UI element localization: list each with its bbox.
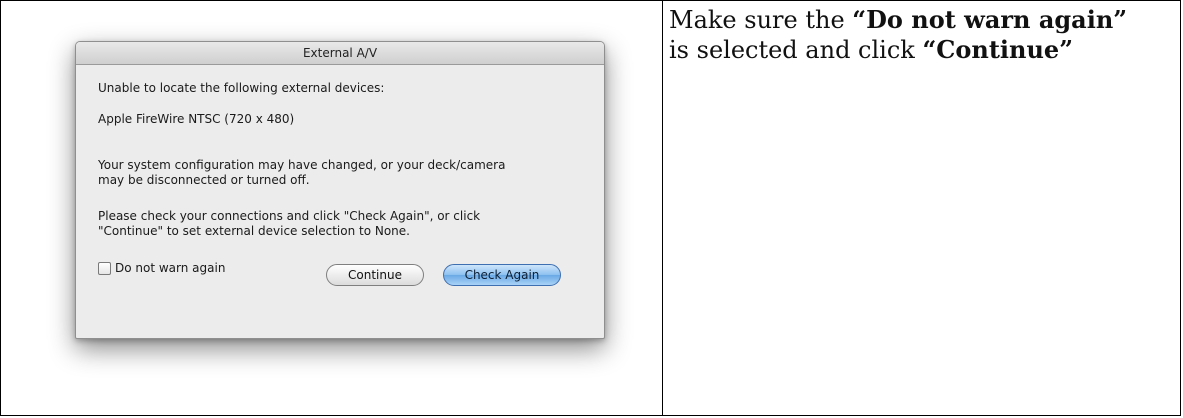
device-name: Apple FireWire NTSC (720 x 480) — [98, 112, 295, 126]
check-message-line-2: "Continue" to set external device select… — [98, 224, 410, 238]
continue-button[interactable]: Continue — [326, 264, 424, 286]
check-again-button[interactable]: Check Again — [443, 264, 561, 286]
check-connections-message: Please check your connections and click … — [98, 209, 588, 239]
external-av-dialog: External A/V Unable to locate the follow… — [75, 41, 605, 339]
instruction-bold-1: “Do not warn again” — [852, 5, 1128, 34]
devices-message: Unable to locate the following external … — [98, 81, 385, 95]
dialog-content: Unable to locate the following external … — [76, 65, 604, 275]
instruction-bold-2: “Continue” — [922, 35, 1074, 64]
dialog-title: External A/V — [76, 42, 604, 65]
config-message-line-1: Your system configuration may have chang… — [98, 158, 506, 172]
do-not-warn-checkbox[interactable] — [98, 261, 111, 275]
table-cell-divider — [662, 1, 663, 415]
instruction-part-2: is selected and click — [669, 36, 923, 64]
check-message-line-1: Please check your connections and click … — [98, 209, 481, 223]
do-not-warn-label[interactable]: Do not warn again — [115, 261, 225, 275]
do-not-warn-row[interactable]: Do not warn again — [98, 261, 225, 275]
document-table: External A/V Unable to locate the follow… — [0, 0, 1181, 416]
config-message: Your system configuration may have chang… — [98, 158, 588, 188]
instruction-text: Make sure the “Do not warn again” is sele… — [669, 5, 1177, 65]
instruction-part-1: Make sure the — [669, 6, 853, 34]
config-message-line-2: may be disconnected or turned off. — [98, 173, 310, 187]
